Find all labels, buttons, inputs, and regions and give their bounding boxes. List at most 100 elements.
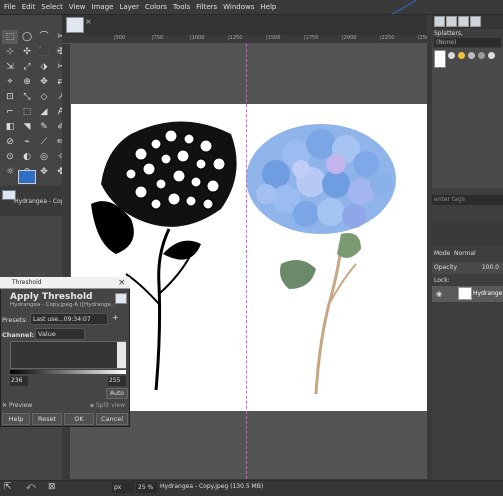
add-preset-icon[interactable]: + xyxy=(112,313,119,322)
menu-help[interactable]: Help xyxy=(257,3,279,11)
mode-select[interactable]: Normal xyxy=(454,250,476,257)
opacity-label: Opacity xyxy=(434,264,458,271)
menu-select[interactable]: Select xyxy=(38,3,66,11)
split-view-checkbox[interactable]: ▪ Split view xyxy=(90,402,125,409)
tool-button[interactable]: ⊡ xyxy=(2,90,18,104)
dialog-title: Threshold xyxy=(12,279,42,286)
tool-button[interactable]: ⌐ xyxy=(2,105,18,119)
menu-windows[interactable]: Windows xyxy=(220,3,257,11)
auto-button[interactable]: Auto xyxy=(106,388,128,399)
channel-label: Channel: xyxy=(2,331,35,339)
tool-button[interactable]: ◎ xyxy=(36,150,52,164)
reset-button[interactable]: Reset xyxy=(32,413,62,425)
brush-item[interactable] xyxy=(448,52,455,59)
brush-item[interactable] xyxy=(458,52,465,59)
visibility-eye-icon[interactable]: ◉ xyxy=(436,290,442,298)
menu-colors[interactable]: Colors xyxy=(142,3,170,11)
brush-item[interactable] xyxy=(468,52,475,59)
brush-selected[interactable] xyxy=(434,50,446,68)
menu-filters[interactable]: Filters xyxy=(193,3,220,11)
dock-tab-brushes[interactable] xyxy=(434,16,445,27)
cancel-button[interactable]: Cancel xyxy=(96,413,128,425)
tool-button[interactable]: ✣ xyxy=(19,45,35,59)
tool-button[interactable]: ⊹ xyxy=(2,45,18,59)
high-threshold-input[interactable]: 255 xyxy=(108,376,126,386)
presets-label: Presets: xyxy=(2,316,28,324)
layer-name[interactable]: Hydrange xyxy=(473,290,502,297)
tool-button[interactable]: ✥ xyxy=(36,75,52,89)
unit-select[interactable]: px xyxy=(112,482,134,493)
menu-image[interactable]: Image xyxy=(89,3,117,11)
tool-button[interactable]: ⇲ xyxy=(2,60,18,74)
presets-select[interactable]: Last use...09:34:07 xyxy=(30,313,108,325)
menu-tools[interactable]: Tools xyxy=(170,3,193,11)
tool-button[interactable]: ⊘ xyxy=(2,135,18,149)
tool-button[interactable]: ☼ xyxy=(2,165,18,179)
tool-button[interactable]: ◇ xyxy=(36,90,52,104)
close-icon[interactable]: × xyxy=(118,278,126,288)
tool-button[interactable]: ◢ xyxy=(36,105,52,119)
status-text: Hydrangea - Copy.jpeg (130.5 MB) xyxy=(160,483,264,490)
tool-button[interactable]: ⟋ xyxy=(36,135,52,149)
tool-button[interactable]: ⬚ xyxy=(2,30,18,44)
ruler-tick-label: |1250 xyxy=(228,35,243,41)
tool-button[interactable]: ✎ xyxy=(36,120,52,134)
tool-button[interactable]: ⊙ xyxy=(2,150,18,164)
tool-button[interactable]: ◥ xyxy=(19,120,35,134)
vertical-guide[interactable] xyxy=(246,44,247,479)
tool-button[interactable]: ◯ xyxy=(19,30,35,44)
close-icon[interactable]: × xyxy=(85,17,92,26)
layers-tab-strip[interactable] xyxy=(432,222,503,246)
tool-button[interactable]: ⊕ xyxy=(19,75,35,89)
channel-select[interactable]: Value xyxy=(35,328,85,340)
ruler-tick-label: |1500 xyxy=(266,35,281,41)
threshold-range-selection[interactable] xyxy=(117,342,126,368)
layer-mode-row[interactable]: Mode Normal xyxy=(432,249,503,259)
tool-button[interactable]: ⌒ xyxy=(36,30,52,44)
menu-view[interactable]: View xyxy=(66,3,89,11)
tag-input[interactable]: enter tags xyxy=(432,195,503,205)
image-tab-strip xyxy=(62,15,427,35)
menu-edit[interactable]: Edit xyxy=(19,3,39,11)
ruler-tick-label: |1750 xyxy=(304,35,319,41)
brush-item[interactable] xyxy=(488,52,495,59)
opacity-slider[interactable]: Opacity 100.0 xyxy=(432,262,503,274)
low-threshold-input[interactable]: 236 xyxy=(10,376,28,386)
histogram[interactable] xyxy=(10,341,126,369)
tool-button[interactable]: ⬛ xyxy=(36,45,52,59)
brush-item[interactable] xyxy=(478,52,485,59)
tool-button[interactable]: ⤢ xyxy=(19,60,35,74)
brush-list[interactable] xyxy=(432,48,503,188)
mode-label: Mode xyxy=(434,250,451,257)
tool-button[interactable]: ⬗ xyxy=(36,60,52,74)
export-icon[interactable]: ⇱ xyxy=(4,482,12,492)
dock-tab-gradients[interactable] xyxy=(470,16,481,27)
tool-button[interactable]: ⤡ xyxy=(19,90,35,104)
dock-tab-fonts[interactable] xyxy=(458,16,469,27)
delete-icon[interactable]: ⊠ xyxy=(48,482,56,492)
tool-button[interactable]: ⌁ xyxy=(19,135,35,149)
ruler-tick-label: |2250 xyxy=(380,35,395,41)
reset-icon[interactable]: ⤺ xyxy=(26,482,36,492)
menu-file[interactable]: File xyxy=(1,3,19,11)
help-button[interactable]: Help xyxy=(2,413,30,425)
tool-button[interactable]: ◐ xyxy=(19,150,35,164)
menu-layer[interactable]: Layer xyxy=(116,3,142,11)
preview-checkbox[interactable]: ✕ Preview xyxy=(2,402,32,409)
ok-button[interactable]: OK xyxy=(64,413,94,425)
tool-button[interactable]: ⌖ xyxy=(2,75,18,89)
layer-thumbnail xyxy=(458,287,472,300)
ruler-tick-label: |750 xyxy=(152,35,164,41)
split-view-label: Split view xyxy=(95,402,126,409)
tool-button[interactable]: ◧ xyxy=(2,120,18,134)
brush-tag-filter[interactable]: (None) xyxy=(434,38,501,47)
zoom-select[interactable]: 25 % xyxy=(136,482,158,493)
threshold-gradient xyxy=(10,370,126,374)
dock-tab-patterns[interactable] xyxy=(446,16,457,27)
brush-name: Splatters, xyxy=(434,30,463,37)
foreground-color-swatch[interactable] xyxy=(18,170,36,184)
image-tab[interactable] xyxy=(66,17,84,33)
preview-label: Preview xyxy=(8,402,33,409)
tool-button[interactable]: ✥ xyxy=(36,165,52,179)
tool-button[interactable]: ⬚ xyxy=(19,105,35,119)
